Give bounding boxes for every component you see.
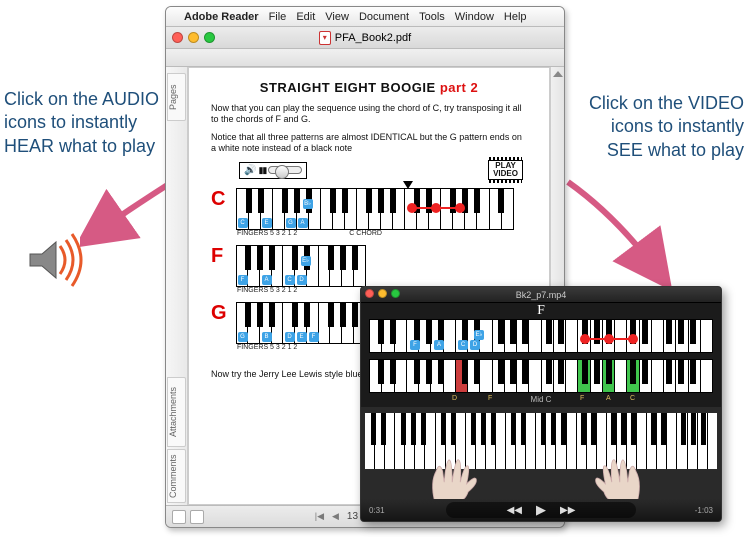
pause-icon: ▮▮	[258, 165, 266, 176]
video-filename: Bk2_p7.mp4	[516, 290, 567, 300]
menu-view[interactable]: View	[325, 11, 349, 23]
reader-toolbar[interactable]	[166, 49, 564, 67]
video-forward-icon[interactable]: ▶▶	[560, 505, 575, 516]
keyboard-g: G B D E F	[236, 302, 366, 344]
video-titlebar[interactable]: Bk2_p7.mp4	[361, 287, 721, 303]
chord-label-f: F	[211, 245, 233, 268]
side-panel-tabs[interactable]: Pages Attachments Comments	[166, 67, 188, 505]
video-content: F F A C D E♭	[361, 303, 721, 499]
app-name[interactable]: Adobe Reader	[184, 11, 259, 23]
nav-first-icon[interactable]: |◀	[315, 511, 324, 522]
right-hand	[579, 455, 651, 503]
page-title: STRAIGHT EIGHT BOOGIE part 2	[211, 80, 527, 95]
video-player-window[interactable]: Bk2_p7.mp4 F F A C D E♭	[360, 286, 722, 522]
play-video-button[interactable]: PLAY VIDEO	[488, 160, 523, 180]
arrow-to-video	[556, 176, 676, 286]
menu-file[interactable]: File	[269, 11, 287, 23]
video-real-piano	[361, 407, 721, 499]
audio-play-button[interactable]: 🔊 ▮▮	[239, 162, 307, 179]
speaker-icon	[20, 230, 90, 295]
video-controls[interactable]: 0:31 ◀◀ ▶ ▶▶ -1:03	[361, 499, 721, 521]
sb-tool-2[interactable]	[190, 510, 204, 524]
window-title: PFA_Book2.pdf	[335, 32, 411, 44]
video-time-elapsed: 0:31	[369, 506, 385, 515]
pdf-doc-icon: ▾	[319, 31, 331, 45]
video-play-icon[interactable]: ▶	[536, 502, 546, 518]
tab-pages[interactable]: Pages	[167, 73, 186, 121]
video-diagram-keyboard-top: F A C D E♭	[369, 319, 713, 353]
sound-icon: 🔊	[244, 165, 256, 176]
audio-slider[interactable]	[268, 166, 302, 174]
menu-tools[interactable]: Tools	[419, 11, 445, 23]
menu-edit[interactable]: Edit	[296, 11, 315, 23]
video-minimize-button[interactable]	[378, 289, 387, 298]
tab-attachments[interactable]: Attachments	[167, 377, 186, 447]
chord-label-c: C	[211, 188, 233, 211]
keyboard-f: F A C D E♭	[236, 245, 366, 287]
menu-window[interactable]: Window	[455, 11, 494, 23]
video-rewind-icon[interactable]: ◀◀	[507, 505, 522, 516]
menu-document[interactable]: Document	[359, 11, 409, 23]
video-chord-letter: F	[361, 303, 721, 319]
chord-label-g: G	[211, 302, 233, 325]
nav-prev-icon[interactable]: ◀	[332, 511, 339, 522]
window-zoom-button[interactable]	[204, 32, 215, 43]
paragraph-1: Now that you can play the sequence using…	[211, 103, 527, 126]
menu-help[interactable]: Help	[504, 11, 527, 23]
video-time-remaining: -1:03	[695, 506, 713, 515]
annotation-video: Click on the VIDEO icons to instantly SE…	[584, 92, 744, 162]
annotation-audio: Click on the AUDIO icons to instantly HE…	[4, 88, 164, 158]
window-titlebar[interactable]: ▾ PFA_Book2.pdf	[166, 27, 564, 49]
row-c: C	[211, 188, 527, 237]
fingers-c: FINGERS 5 3 2 1 2 C CHORD	[237, 230, 527, 237]
left-hand	[421, 455, 493, 503]
video-diagram-keyboard-bottom: D F F A C	[369, 359, 713, 393]
video-zoom-button[interactable]	[391, 289, 400, 298]
sb-tool-1[interactable]	[172, 510, 186, 524]
mid-c-label: Mid C	[361, 395, 721, 404]
window-close-button[interactable]	[172, 32, 183, 43]
keyboard-c: C E G A B♭	[236, 188, 514, 230]
paragraph-2: Notice that all three patterns are almos…	[211, 132, 527, 155]
mac-menubar[interactable]: Adobe Reader File Edit View Document Too…	[166, 7, 564, 27]
tab-comments[interactable]: Comments	[167, 449, 186, 503]
window-minimize-button[interactable]	[188, 32, 199, 43]
video-close-button[interactable]	[365, 289, 374, 298]
